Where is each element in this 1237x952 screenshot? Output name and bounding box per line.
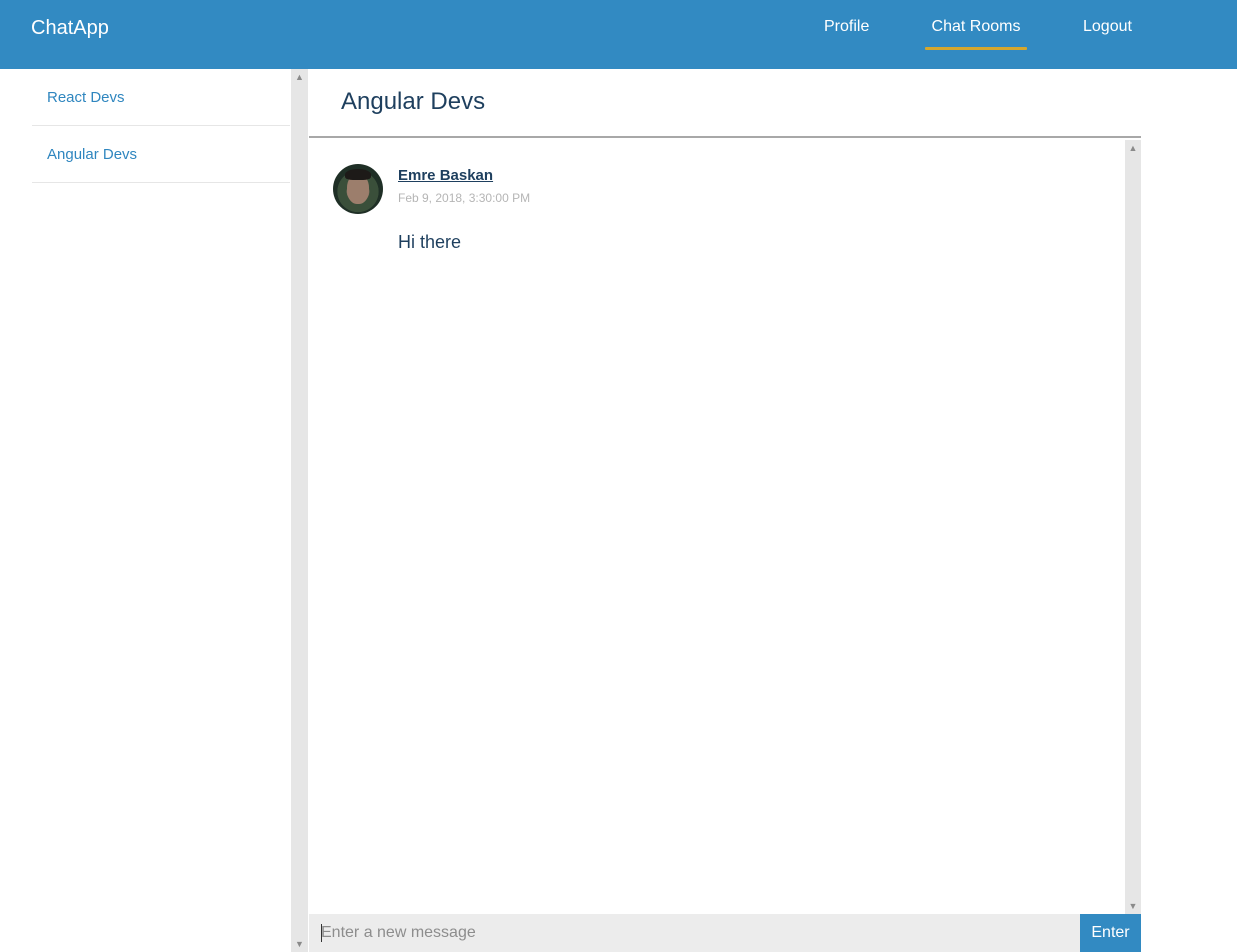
avatar-hair (345, 169, 371, 180)
room-item-label: React Devs (47, 89, 125, 106)
message-input[interactable] (309, 914, 1080, 952)
room-title: Angular Devs (341, 88, 486, 115)
message-composer (309, 914, 1080, 952)
room-item-label: Angular Devs (47, 146, 138, 163)
app-brand[interactable]: ChatApp (31, 17, 109, 40)
room-list-sidebar (0, 69, 291, 952)
sidebar-scrollbar[interactable]: ▲ ▼ (291, 69, 308, 952)
room-header: Angular Devs (309, 69, 1141, 138)
message-list: Emre Baskan Feb 9, 2018, 3:30:00 PM Hi t… (309, 140, 1125, 914)
message-author-link[interactable]: Emre Baskan (398, 167, 493, 184)
scroll-up-arrow-icon[interactable]: ▲ (1125, 140, 1141, 156)
nav-logout-link[interactable]: Logout (1083, 18, 1132, 50)
message-text: Hi there (398, 232, 462, 252)
scroll-down-arrow-icon[interactable]: ▼ (1125, 898, 1141, 914)
message-timestamp: Feb 9, 2018, 3:30:00 PM (398, 191, 531, 205)
text-caret (321, 924, 322, 942)
active-nav-indicator (925, 47, 1027, 50)
user-avatar[interactable] (333, 164, 383, 214)
messages-scrollbar[interactable]: ▲ ▼ (1125, 140, 1141, 914)
room-item-react-devs[interactable]: React Devs (32, 69, 290, 126)
nav-chat-rooms-link[interactable]: Chat Rooms (925, 18, 1027, 50)
top-navbar: ChatApp Profile Chat Rooms Logout (0, 0, 1237, 69)
room-item-angular-devs[interactable]: Angular Devs (32, 126, 290, 183)
send-message-button[interactable]: Enter (1080, 914, 1141, 952)
scroll-up-arrow-icon[interactable]: ▲ (291, 69, 308, 85)
scroll-down-arrow-icon[interactable]: ▼ (291, 936, 308, 952)
nav-profile-link[interactable]: Profile (824, 18, 869, 50)
